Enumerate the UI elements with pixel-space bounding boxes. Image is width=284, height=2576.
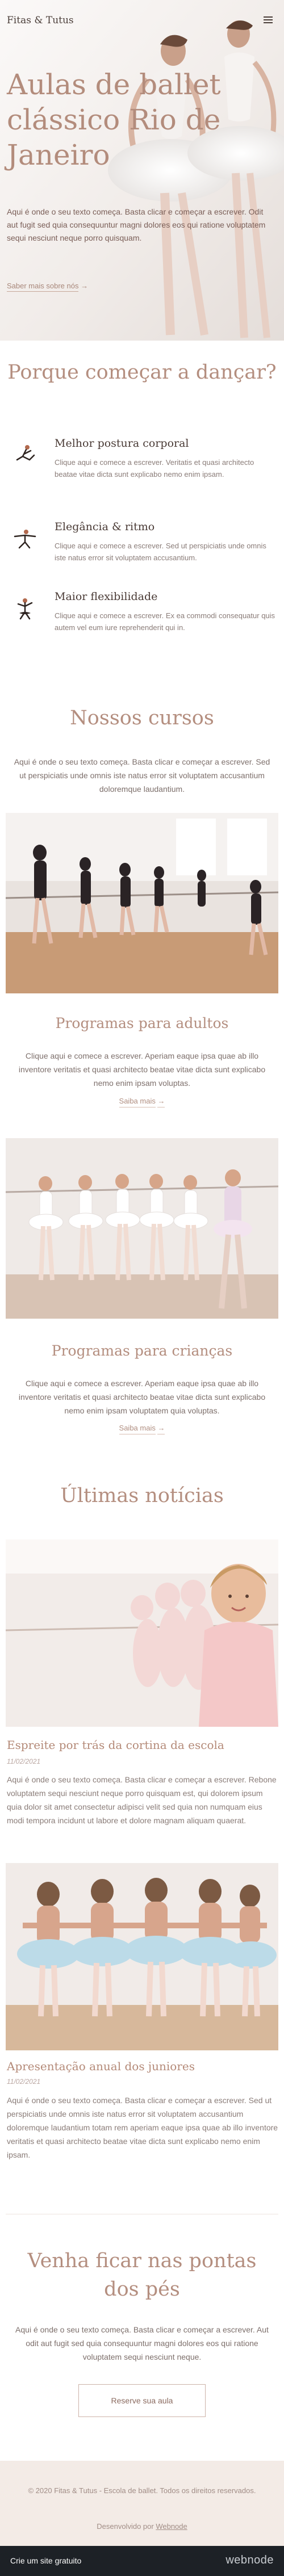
- course-more-link[interactable]: Saiba mais →: [0, 1424, 284, 1434]
- adults-class-photo: [6, 813, 278, 993]
- course-more-label: Saiba mais: [119, 1097, 156, 1107]
- arrow-right-icon: →: [81, 282, 89, 290]
- feature-title: Melhor postura corporal: [55, 437, 189, 450]
- footer-powered-by: Desenvolvido por Webnode: [0, 2522, 284, 2531]
- feature-item: Maior flexibilidade Clique aqui e comece…: [8, 590, 275, 647]
- cta-text: Aqui é onde o seu texto começa. Basta cl…: [15, 2325, 269, 2361]
- courses-title: Nossos cursos: [70, 707, 214, 729]
- webnode-link[interactable]: Webnode: [156, 2522, 187, 2531]
- feature-text: Clique aqui e comece a escrever. Veritat…: [55, 458, 254, 479]
- feature-title: Maior flexibilidade: [55, 590, 158, 603]
- feature-text: Clique aqui e comece a escrever. Sed ut …: [55, 542, 266, 562]
- dancer-icon: [17, 598, 33, 620]
- course-title: Programas para crianças: [51, 1342, 233, 1359]
- webnode-bottom-bar: Crie um site gratuito webnode: [0, 2546, 284, 2576]
- course-text: Clique aqui e comece a escrever. Aperiam…: [18, 1379, 266, 1415]
- hero-section: Fitas & Tutus Aulas de ballet clássico R…: [0, 0, 284, 341]
- footer-powered-prefix: Desenvolvido por: [97, 2522, 154, 2531]
- arrow-right-icon: →: [157, 1097, 165, 1107]
- footer-copyright: © 2020 Fitas & Tutus - Escola de ballet.…: [28, 2486, 256, 2495]
- news-item-date: 11/02/2021: [7, 2078, 41, 2086]
- create-site-link[interactable]: Crie um site gratuito: [10, 2556, 81, 2565]
- book-class-button[interactable]: Reserve sua aula: [78, 2384, 206, 2417]
- news-title: Últimas notícias: [60, 1484, 224, 1507]
- cta-title: Venha ficar nas pontas dos pés: [27, 2250, 257, 2301]
- why-title: Porque começar a dançar?: [7, 361, 277, 384]
- course-title: Programas para adultos: [55, 1015, 229, 1031]
- feature-text: Clique aqui e comece a escrever. Ex ea c…: [55, 611, 275, 632]
- news-item-date: 11/02/2021: [7, 1757, 41, 1765]
- webnode-logo[interactable]: webnode: [225, 2554, 274, 2567]
- footer: © 2020 Fitas & Tutus - Escola de ballet.…: [0, 2461, 284, 2546]
- arrow-right-icon: →: [157, 1424, 165, 1434]
- news-item-text: Aqui é onde o seu texto começa. Basta cl…: [7, 2096, 278, 2159]
- news-item-text: Aqui é onde o seu texto começa. Basta cl…: [7, 1775, 277, 1825]
- kids-class-photo: [6, 1138, 278, 1319]
- feature-item: Melhor postura corporal Clique aqui e co…: [8, 437, 275, 494]
- news-photo-girl[interactable]: [6, 1539, 278, 1727]
- site-logo[interactable]: Fitas & Tutus: [7, 15, 74, 26]
- news-item-title[interactable]: Apresentação anual dos juniores: [7, 2059, 195, 2073]
- news-photo-juniors[interactable]: [6, 1863, 278, 2050]
- news-item-title[interactable]: Espreite por trás da cortina da escola: [7, 1738, 224, 1752]
- course-more-label: Saiba mais: [119, 1424, 156, 1434]
- hero-link-label: Saber mais sobre nós: [7, 282, 79, 292]
- dancer-icon: [16, 445, 35, 461]
- menu-icon[interactable]: [264, 16, 273, 23]
- hero-about-link[interactable]: Saber mais sobre nós →: [7, 282, 88, 292]
- dancer-icon: [14, 530, 36, 549]
- feature-item: Elegância & ritmo Clique aqui e comece a…: [8, 521, 275, 577]
- hero-text: Aqui é onde o seu texto começa. Basta cl…: [7, 207, 266, 242]
- courses-text: Aqui é onde o seu texto começa. Basta cl…: [14, 757, 270, 794]
- hero-title: Aulas de ballet clássico Rio de Janeiro: [7, 68, 221, 171]
- course-text: Clique aqui e comece a escrever. Aperiam…: [18, 1051, 266, 1088]
- course-more-link[interactable]: Saiba mais →: [0, 1097, 284, 1107]
- feature-title: Elegância & ritmo: [55, 521, 155, 533]
